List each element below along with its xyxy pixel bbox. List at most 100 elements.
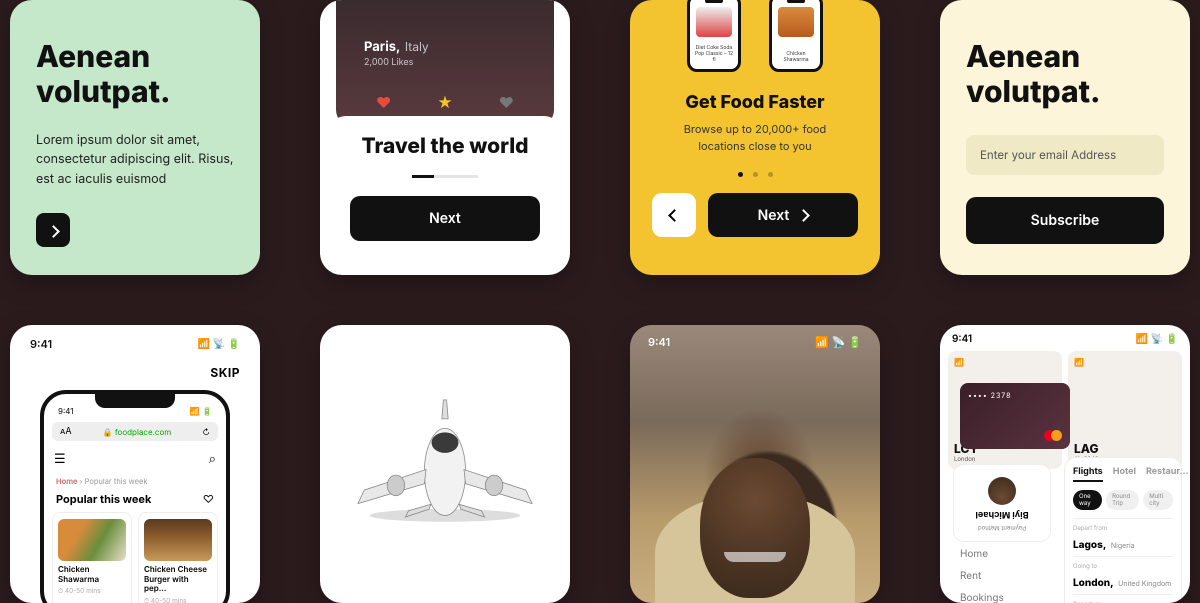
- airplane-card: [320, 325, 570, 603]
- mini-caption: Diet Coke Soda Pop Classic – 12 fl: [694, 45, 734, 63]
- bookmark-icon[interactable]: ♡: [203, 492, 214, 506]
- search-icon[interactable]: ⌕: [209, 451, 216, 467]
- mini-phone-preview: Diet Coke Soda Pop Classic – 12 fl Chick…: [652, 0, 858, 72]
- crumb-page: Popular this week: [85, 477, 148, 486]
- product-image: [58, 519, 126, 561]
- profile-name: Biyi Michael: [962, 509, 1042, 520]
- product-card[interactable]: Chicken Cheese Burger with pep… ⏱ 40-50 …: [138, 512, 218, 603]
- product-card[interactable]: Chicken Shawarma ⏱ 40-50 mins: [52, 512, 132, 603]
- next-button[interactable]: Next: [350, 196, 540, 241]
- portrait-card: 9:41 📶 📡 🔋: [630, 325, 880, 603]
- status-time: 9:41: [30, 337, 52, 351]
- arrow-right-icon: [799, 207, 808, 224]
- product-title: Chicken Shawarma: [58, 565, 126, 584]
- mini-phone: Chicken Shawarma: [769, 0, 823, 72]
- status-icons: 📶 📡 🔋: [815, 335, 862, 349]
- hamburger-icon[interactable]: ☰: [54, 451, 66, 467]
- section-title: Popular this week: [56, 492, 151, 506]
- mini-phone: Diet Coke Soda Pop Classic – 12 fl: [687, 0, 741, 72]
- menu-item-bookings[interactable]: Bookings: [954, 587, 1050, 603]
- promo-card-green: Aenean volutpat. Lorem ipsum dolor sit a…: [10, 0, 260, 275]
- arrow-left-icon: [670, 205, 679, 225]
- chevron-right-icon: [49, 220, 58, 240]
- airport-tile[interactable]: 📶 LAG Air 8843: [1068, 351, 1182, 469]
- side-menu: Home Rent Bookings: [954, 543, 1050, 603]
- food-onboarding-card: Diet Coke Soda Pop Classic – 12 fl Chick…: [630, 0, 880, 275]
- reload-icon[interactable]: ↻: [202, 427, 210, 437]
- status-time: 9:41: [648, 335, 670, 349]
- subscribe-heading: Aenean volutpat.: [966, 40, 1164, 109]
- location-country: Italy: [405, 39, 429, 54]
- inner-status-bar: 9:41📶 🔋: [52, 402, 218, 418]
- location-likes: 2,000 Likes: [364, 57, 429, 68]
- field-note: Nigeria: [1111, 541, 1135, 550]
- pill-oneway[interactable]: One way: [1073, 490, 1102, 510]
- tab-flights[interactable]: Flights: [1073, 466, 1103, 482]
- email-field[interactable]: Enter your email Address: [966, 135, 1164, 175]
- status-icons: 📶 📡 🔋: [1136, 333, 1178, 345]
- avatar: [988, 477, 1016, 505]
- heart-icon[interactable]: ♥: [376, 93, 391, 112]
- star-icon[interactable]: ★: [437, 93, 453, 112]
- airplane-icon: [350, 394, 540, 534]
- profile-card[interactable]: Payment Method Biyi Michael: [954, 465, 1050, 541]
- inner-time: 9:41: [58, 406, 74, 416]
- breadcrumb: Home › Popular this week: [56, 477, 214, 486]
- page-indicator: [652, 172, 858, 177]
- tab-restaurant[interactable]: Restaur…: [1146, 466, 1189, 482]
- subscribe-card: Aenean volutpat. Enter your email Addres…: [940, 0, 1190, 275]
- skip-button[interactable]: SKIP: [30, 365, 240, 380]
- mastercard-icon: [1044, 430, 1062, 441]
- menu-item-rent[interactable]: Rent: [954, 565, 1050, 587]
- airport-code: LAG: [1074, 441, 1176, 456]
- subscribe-button[interactable]: Subscribe: [966, 197, 1164, 244]
- status-icons: 📶 📡 🔋: [198, 337, 240, 351]
- location-label: Paris, Italy 2,000 Likes: [364, 35, 429, 68]
- sheet-title: Travel the world: [350, 134, 540, 159]
- promo-heading: Aenean volutpat.: [36, 40, 234, 109]
- next-arrow-button[interactable]: [36, 213, 70, 247]
- field-going-to[interactable]: Going to London, United Kingdom: [1073, 556, 1173, 594]
- broken-heart-icon[interactable]: ♥: [499, 93, 514, 112]
- next-label: Next: [758, 207, 790, 224]
- menu-item-home[interactable]: Home: [954, 543, 1050, 565]
- booking-panel: Flights Hotel Restaur… One way Round Tri…: [1064, 457, 1182, 603]
- airport-city: London: [954, 456, 1056, 463]
- status-bar: 9:41 📶 📡 🔋: [948, 333, 1182, 345]
- back-button[interactable]: [652, 193, 696, 237]
- trip-type-pills: One way Round Trip Multi city: [1073, 490, 1173, 510]
- food-app-card: 9:41 📶 📡 🔋 SKIP 9:41📶 🔋 ᴀA 🔒 foodplace.c…: [10, 325, 260, 603]
- credit-card[interactable]: •••• 2378: [960, 383, 1070, 449]
- pill-roundtrip[interactable]: Round Trip: [1106, 490, 1139, 510]
- onboarding-title: Get Food Faster: [652, 92, 858, 113]
- location-city: Paris,: [364, 39, 400, 55]
- pill-multicity[interactable]: Multi city: [1143, 490, 1173, 510]
- flight-booking-card: 9:41 📶 📡 🔋 SKIP 📶 LCY London 📶 LAG Air 8…: [940, 325, 1190, 603]
- bottom-sheet: Travel the world Next: [328, 116, 562, 265]
- card-last4: •••• 2378: [968, 391, 1062, 400]
- status-bar: 9:41 📶 📡 🔋: [24, 337, 246, 351]
- field-departure-date[interactable]: Departure Wed, 19 Dec.: [1073, 594, 1173, 603]
- field-value: London,: [1073, 577, 1114, 589]
- browser-url-bar[interactable]: ᴀA 🔒 foodplace.com ↻: [52, 422, 218, 441]
- product-time: ⏱ 40-50 mins: [144, 597, 212, 603]
- signal-icon: 📶: [1074, 357, 1084, 367]
- onboarding-subtitle: Browse up to 20,000+ food locations clos…: [652, 121, 858, 154]
- url-text: foodplace.com: [115, 427, 171, 437]
- mini-caption: Chicken Shawarma: [776, 51, 816, 63]
- product-image: [144, 519, 212, 561]
- next-button[interactable]: Next: [708, 193, 858, 237]
- tab-hotel[interactable]: Hotel: [1113, 466, 1136, 482]
- travel-onboarding-card: Paris, Italy 2,000 Likes ♥ ★ ♥ Travel th…: [320, 0, 570, 275]
- photo-face: [700, 458, 810, 598]
- field-note: United Kingdom: [1118, 579, 1171, 588]
- signal-icon: 📶: [954, 357, 964, 367]
- phone-image-area: Paris, Italy 2,000 Likes ♥ ★ ♥: [336, 0, 554, 126]
- page-indicator: [350, 175, 540, 178]
- crumb-home[interactable]: Home: [56, 477, 78, 486]
- promo-body: Lorem ipsum dolor sit amet, consectetur …: [36, 131, 234, 189]
- field-depart-from[interactable]: Depart from Lagos, Nigeria: [1073, 518, 1173, 556]
- field-label: Depart from: [1073, 525, 1173, 532]
- status-bar: 9:41 📶 📡 🔋: [630, 335, 880, 349]
- field-value: Lagos,: [1073, 539, 1106, 551]
